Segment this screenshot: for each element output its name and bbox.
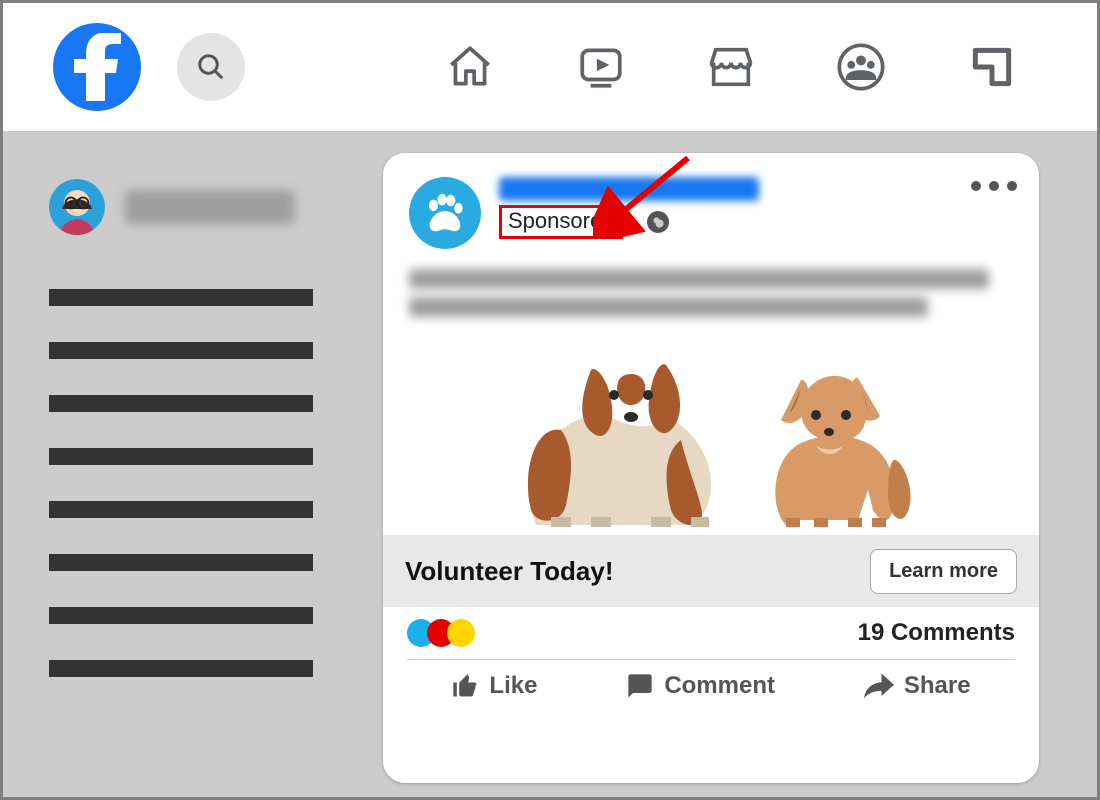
- post-meta: Sponsored ·: [499, 205, 759, 239]
- app-frame: Sponsored ·: [0, 0, 1100, 800]
- sidebar-item[interactable]: [49, 607, 313, 624]
- like-icon: [451, 672, 479, 700]
- separator-dot: ·: [631, 209, 638, 235]
- page-avatar[interactable]: [409, 177, 481, 249]
- sidebar-item[interactable]: [49, 501, 313, 518]
- share-icon: [864, 673, 894, 699]
- groups-icon: [835, 41, 887, 93]
- globe-icon[interactable]: [647, 211, 669, 233]
- sidebar-item[interactable]: [49, 395, 313, 412]
- left-sidebar: [49, 179, 329, 713]
- facebook-logo[interactable]: [53, 23, 141, 111]
- paw-icon: [422, 190, 468, 236]
- post-image[interactable]: [383, 325, 1039, 535]
- search-button[interactable]: [177, 33, 245, 101]
- cta-headline: Volunteer Today!: [405, 556, 614, 587]
- sponsored-label[interactable]: Sponsored: [499, 205, 623, 239]
- page-name-link[interactable]: [499, 177, 759, 201]
- share-label: Share: [904, 672, 971, 700]
- sidebar-item[interactable]: [49, 554, 313, 571]
- nav-groups[interactable]: [833, 39, 889, 95]
- post-header: Sponsored ·: [383, 153, 1039, 249]
- nav-marketplace[interactable]: [703, 39, 759, 95]
- profile-name: [125, 190, 295, 224]
- home-icon: [445, 42, 495, 92]
- sponsored-post: Sponsored ·: [383, 153, 1039, 783]
- comment-icon: [626, 672, 654, 700]
- top-nav: [3, 3, 1097, 131]
- nav-gaming[interactable]: [964, 39, 1020, 95]
- sidebar-item[interactable]: [49, 342, 313, 359]
- reaction-haha: [447, 619, 475, 647]
- search-icon: [196, 52, 226, 82]
- like-label: Like: [489, 672, 537, 700]
- comment-label: Comment: [664, 672, 775, 700]
- comment-button[interactable]: Comment: [626, 672, 775, 700]
- post-action-row: Like Comment Share: [407, 659, 1015, 706]
- reactions-cluster[interactable]: [407, 619, 467, 647]
- sidebar-item[interactable]: [49, 448, 313, 465]
- like-button[interactable]: Like: [451, 672, 537, 700]
- sidebar-item[interactable]: [49, 289, 313, 306]
- post-menu-button[interactable]: [971, 181, 1017, 191]
- dogs-illustration: [496, 325, 926, 535]
- comments-count[interactable]: 19 Comments: [858, 619, 1015, 647]
- post-stats: 19 Comments: [383, 607, 1039, 659]
- marketplace-icon: [705, 41, 757, 93]
- nav-watch[interactable]: [573, 39, 629, 95]
- nav-home[interactable]: [442, 39, 498, 95]
- watch-icon: [576, 42, 626, 92]
- gaming-icon: [967, 42, 1017, 92]
- nav-icon-row: [405, 39, 1057, 95]
- learn-more-button[interactable]: Learn more: [870, 549, 1017, 594]
- cta-bar: Volunteer Today! Learn more: [383, 535, 1039, 607]
- sidebar-profile[interactable]: [49, 179, 329, 235]
- post-text: [409, 269, 1013, 317]
- avatar: [49, 179, 105, 235]
- facebook-f-icon: [71, 33, 123, 101]
- share-button[interactable]: Share: [864, 672, 971, 700]
- sidebar-item[interactable]: [49, 660, 313, 677]
